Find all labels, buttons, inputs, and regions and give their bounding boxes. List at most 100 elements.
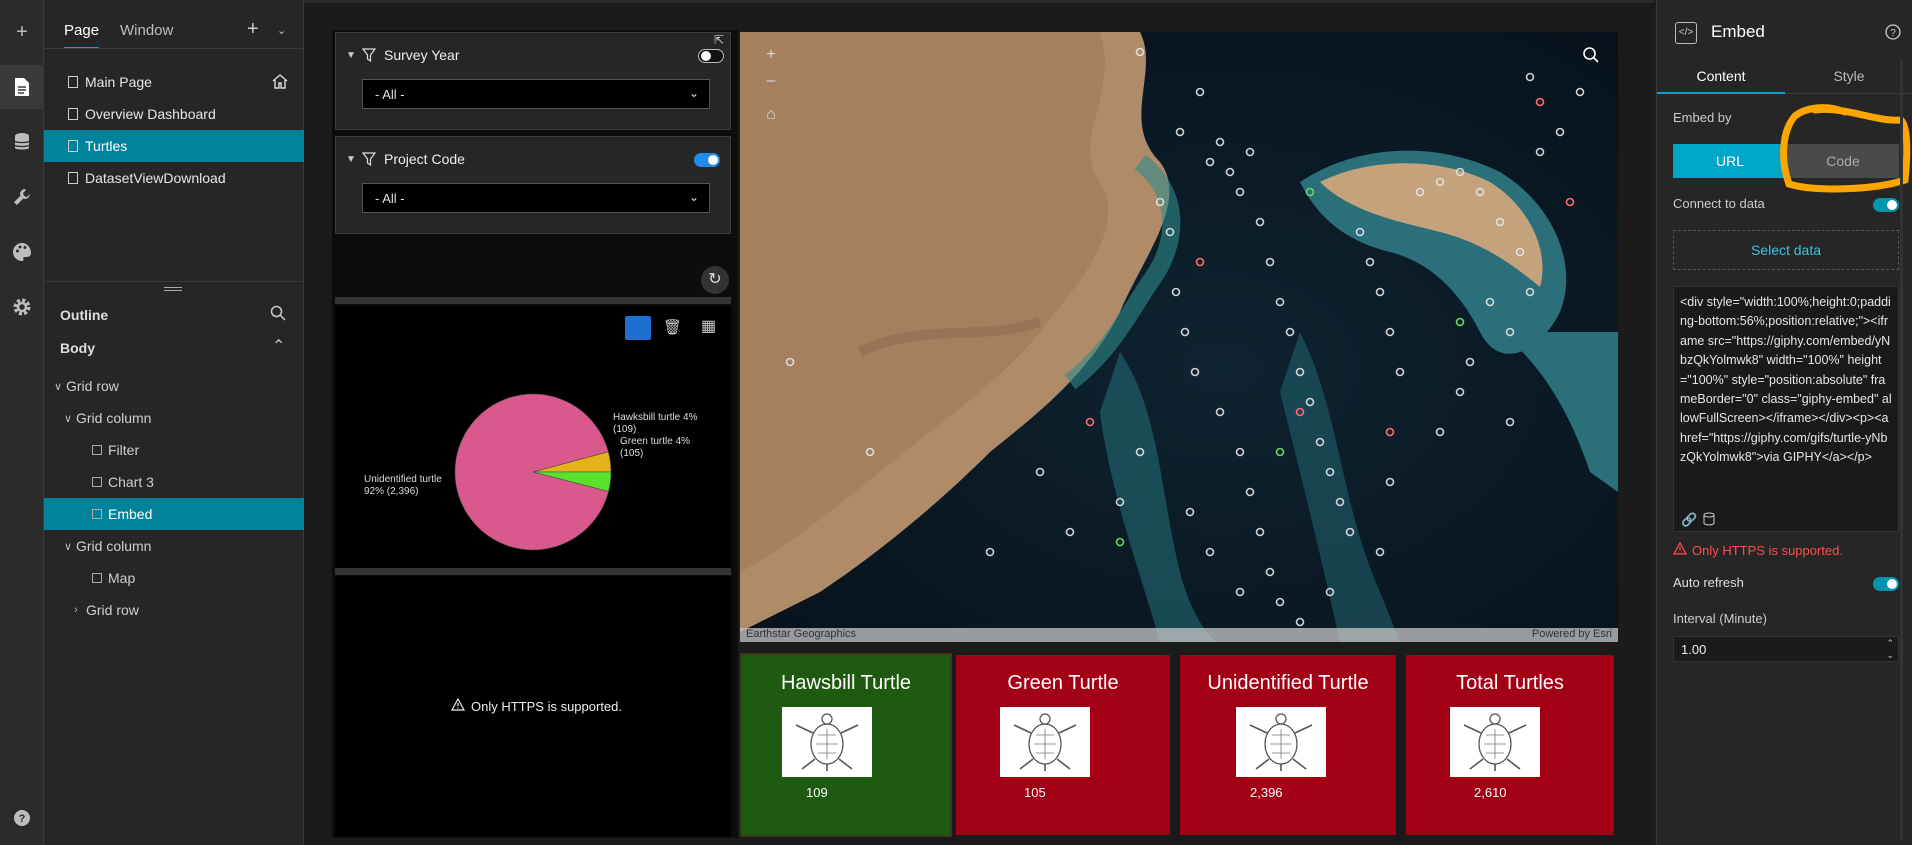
project-code-select[interactable]: - All - ⌄ (362, 183, 710, 213)
page-item-main[interactable]: Main Page (44, 66, 304, 98)
filter-toggle[interactable] (698, 49, 724, 63)
panel-title: Embed (1711, 22, 1765, 41)
chart-widget: 🗑 ▦ Hawksbill turtle 4% (109) Green turtle… (335, 306, 731, 568)
select-data-button[interactable]: Select data (1673, 230, 1899, 270)
code-text: <div style="width:100%;height:0;padding-… (1680, 295, 1892, 465)
canvas-top-border (304, 0, 1654, 3)
https-warning: Only HTTPS is supported. (1672, 541, 1843, 558)
auto-refresh-toggle[interactable] (1873, 577, 1899, 591)
help-icon[interactable]: ? (1885, 24, 1901, 43)
outline-item[interactable]: Map (44, 562, 304, 594)
pie-label-hawksbill: Hawksbill turtle 4% (109) (613, 412, 698, 435)
map-widget[interactable]: + – ⌂ Earthstar Geographics Powered by E… (740, 32, 1618, 642)
home-icon (272, 74, 288, 92)
outline-item[interactable]: ∨ Grid row (44, 370, 304, 402)
stat-card[interactable]: Green Turtle 105 (956, 655, 1170, 835)
outline-item[interactable]: Filter (44, 434, 304, 466)
chart-icon (92, 477, 102, 487)
outline-item[interactable]: ∨ Grid column (44, 402, 304, 434)
stat-card[interactable]: Hawsbill Turtle 109 (740, 653, 952, 837)
add-page-icon[interactable]: + (247, 18, 259, 41)
page-label: Main Page (85, 74, 152, 90)
divider (44, 48, 304, 49)
tab-window[interactable]: Window (120, 22, 173, 39)
embed-icon (92, 509, 102, 519)
embed-widget[interactable]: Only HTTPS is supported. (335, 576, 731, 836)
filter-icon (361, 152, 377, 169)
expander-icon[interactable]: ∨ (64, 412, 76, 425)
resize-corner-icon[interactable]: ⇱ (714, 33, 724, 47)
widget-tools-icon[interactable] (0, 175, 44, 219)
outline-item[interactable]: Chart 3 (44, 466, 304, 498)
pie-label-unidentified: Unidentified turtle 92% (2,396) (364, 474, 442, 497)
resize-handle[interactable] (164, 287, 182, 291)
outline-item-label: Grid column (76, 410, 152, 426)
page-item-overview[interactable]: Overview Dashboard (44, 98, 304, 130)
stat-card[interactable]: Unidentified Turtle 2,396 (1180, 655, 1396, 835)
data-icon[interactable] (0, 120, 44, 164)
theme-palette-icon[interactable] (0, 230, 44, 274)
filter-footer (335, 236, 731, 296)
card-title: Hawsbill Turtle (780, 672, 912, 694)
attribution-left: Earthstar Geographics (746, 628, 857, 640)
survey-year-select[interactable]: - All - ⌄ (362, 79, 710, 109)
select-value: - All - (375, 190, 405, 206)
warning-icon (1672, 541, 1688, 558)
expander-icon[interactable]: ∨ (64, 540, 76, 553)
pie-chart: Hawksbill turtle 4% (109)Green turtle 4%(… (364, 393, 698, 551)
interval-input[interactable]: 1.00 ⌃ ⌄ (1673, 636, 1899, 662)
tab-page[interactable]: Page (64, 22, 100, 49)
collapse-caret-icon[interactable]: ▼ (346, 154, 356, 165)
auto-refresh-label: Auto refresh (1673, 575, 1744, 590)
chevron-down-icon[interactable]: ⌄ (277, 24, 286, 37)
chevron-up-icon[interactable]: ⌃ (272, 336, 285, 356)
expander-icon[interactable]: › (74, 604, 86, 616)
highlight-annotation (1780, 104, 1911, 193)
page-item-turtles[interactable]: Turtles (44, 130, 304, 162)
page-panel: Page Window + ⌄ Main Page Overview Dashb… (44, 0, 304, 845)
filter-icon (92, 445, 102, 455)
card-title: Total Turtles (1456, 672, 1564, 694)
panel-scrollbar[interactable] (1900, 60, 1903, 840)
home-icon[interactable]: ⌂ (756, 102, 786, 128)
svg-text:?: ? (19, 813, 26, 825)
page-item-datasetviewdownload[interactable]: DatasetViewDownload (44, 162, 304, 194)
page-icon[interactable] (0, 65, 44, 109)
turtle-icon (1236, 707, 1326, 777)
page-label: DatasetViewDownload (85, 170, 226, 186)
search-icon[interactable] (270, 305, 286, 324)
link-icon[interactable]: 🔗 (1681, 512, 1697, 528)
outline-item[interactable]: Embed (44, 498, 304, 530)
embed-url-button[interactable]: URL (1673, 144, 1787, 178)
zoom-out-button[interactable]: – (756, 68, 786, 94)
settings-gear-icon[interactable] (0, 285, 44, 329)
filter-label: Project Code (384, 151, 465, 167)
reset-icon[interactable]: ↻ (701, 266, 729, 294)
search-icon[interactable] (1582, 46, 1600, 67)
collapse-caret-icon[interactable]: ▼ (346, 50, 356, 61)
plus-icon[interactable]: + (0, 10, 44, 54)
outline-item[interactable]: ∨ Grid column (44, 530, 304, 562)
help-icon[interactable]: ? (0, 796, 44, 840)
turtle-icon (782, 707, 872, 777)
outline-root[interactable]: Body (60, 340, 95, 356)
embed-code-textarea[interactable]: <div style="width:100%;height:0;padding-… (1673, 286, 1899, 532)
zoom-in-button[interactable]: + (756, 42, 786, 68)
stepper-icon[interactable]: ⌃ ⌄ (1886, 637, 1894, 661)
outline-item-label: Grid column (76, 538, 152, 554)
outline-item[interactable]: › Grid row (44, 594, 304, 626)
data-icon[interactable] (1703, 512, 1715, 529)
tab-content[interactable]: Content (1657, 58, 1785, 94)
outline-item-label: Filter (108, 442, 140, 458)
page-icon (68, 76, 78, 88)
tab-style[interactable]: Style (1785, 58, 1912, 94)
stat-card[interactable]: Total Turtles 2,610 (1406, 655, 1614, 835)
connect-toggle[interactable] (1873, 198, 1899, 212)
embed-icon: </> (1675, 22, 1697, 44)
card-value: 105 (1024, 785, 1046, 800)
expander-icon[interactable]: ∨ (54, 380, 66, 393)
card-value: 109 (806, 785, 828, 800)
turtle-icon (1000, 707, 1090, 777)
filter-toggle[interactable] (694, 153, 720, 167)
page-label: Turtles (85, 138, 128, 154)
